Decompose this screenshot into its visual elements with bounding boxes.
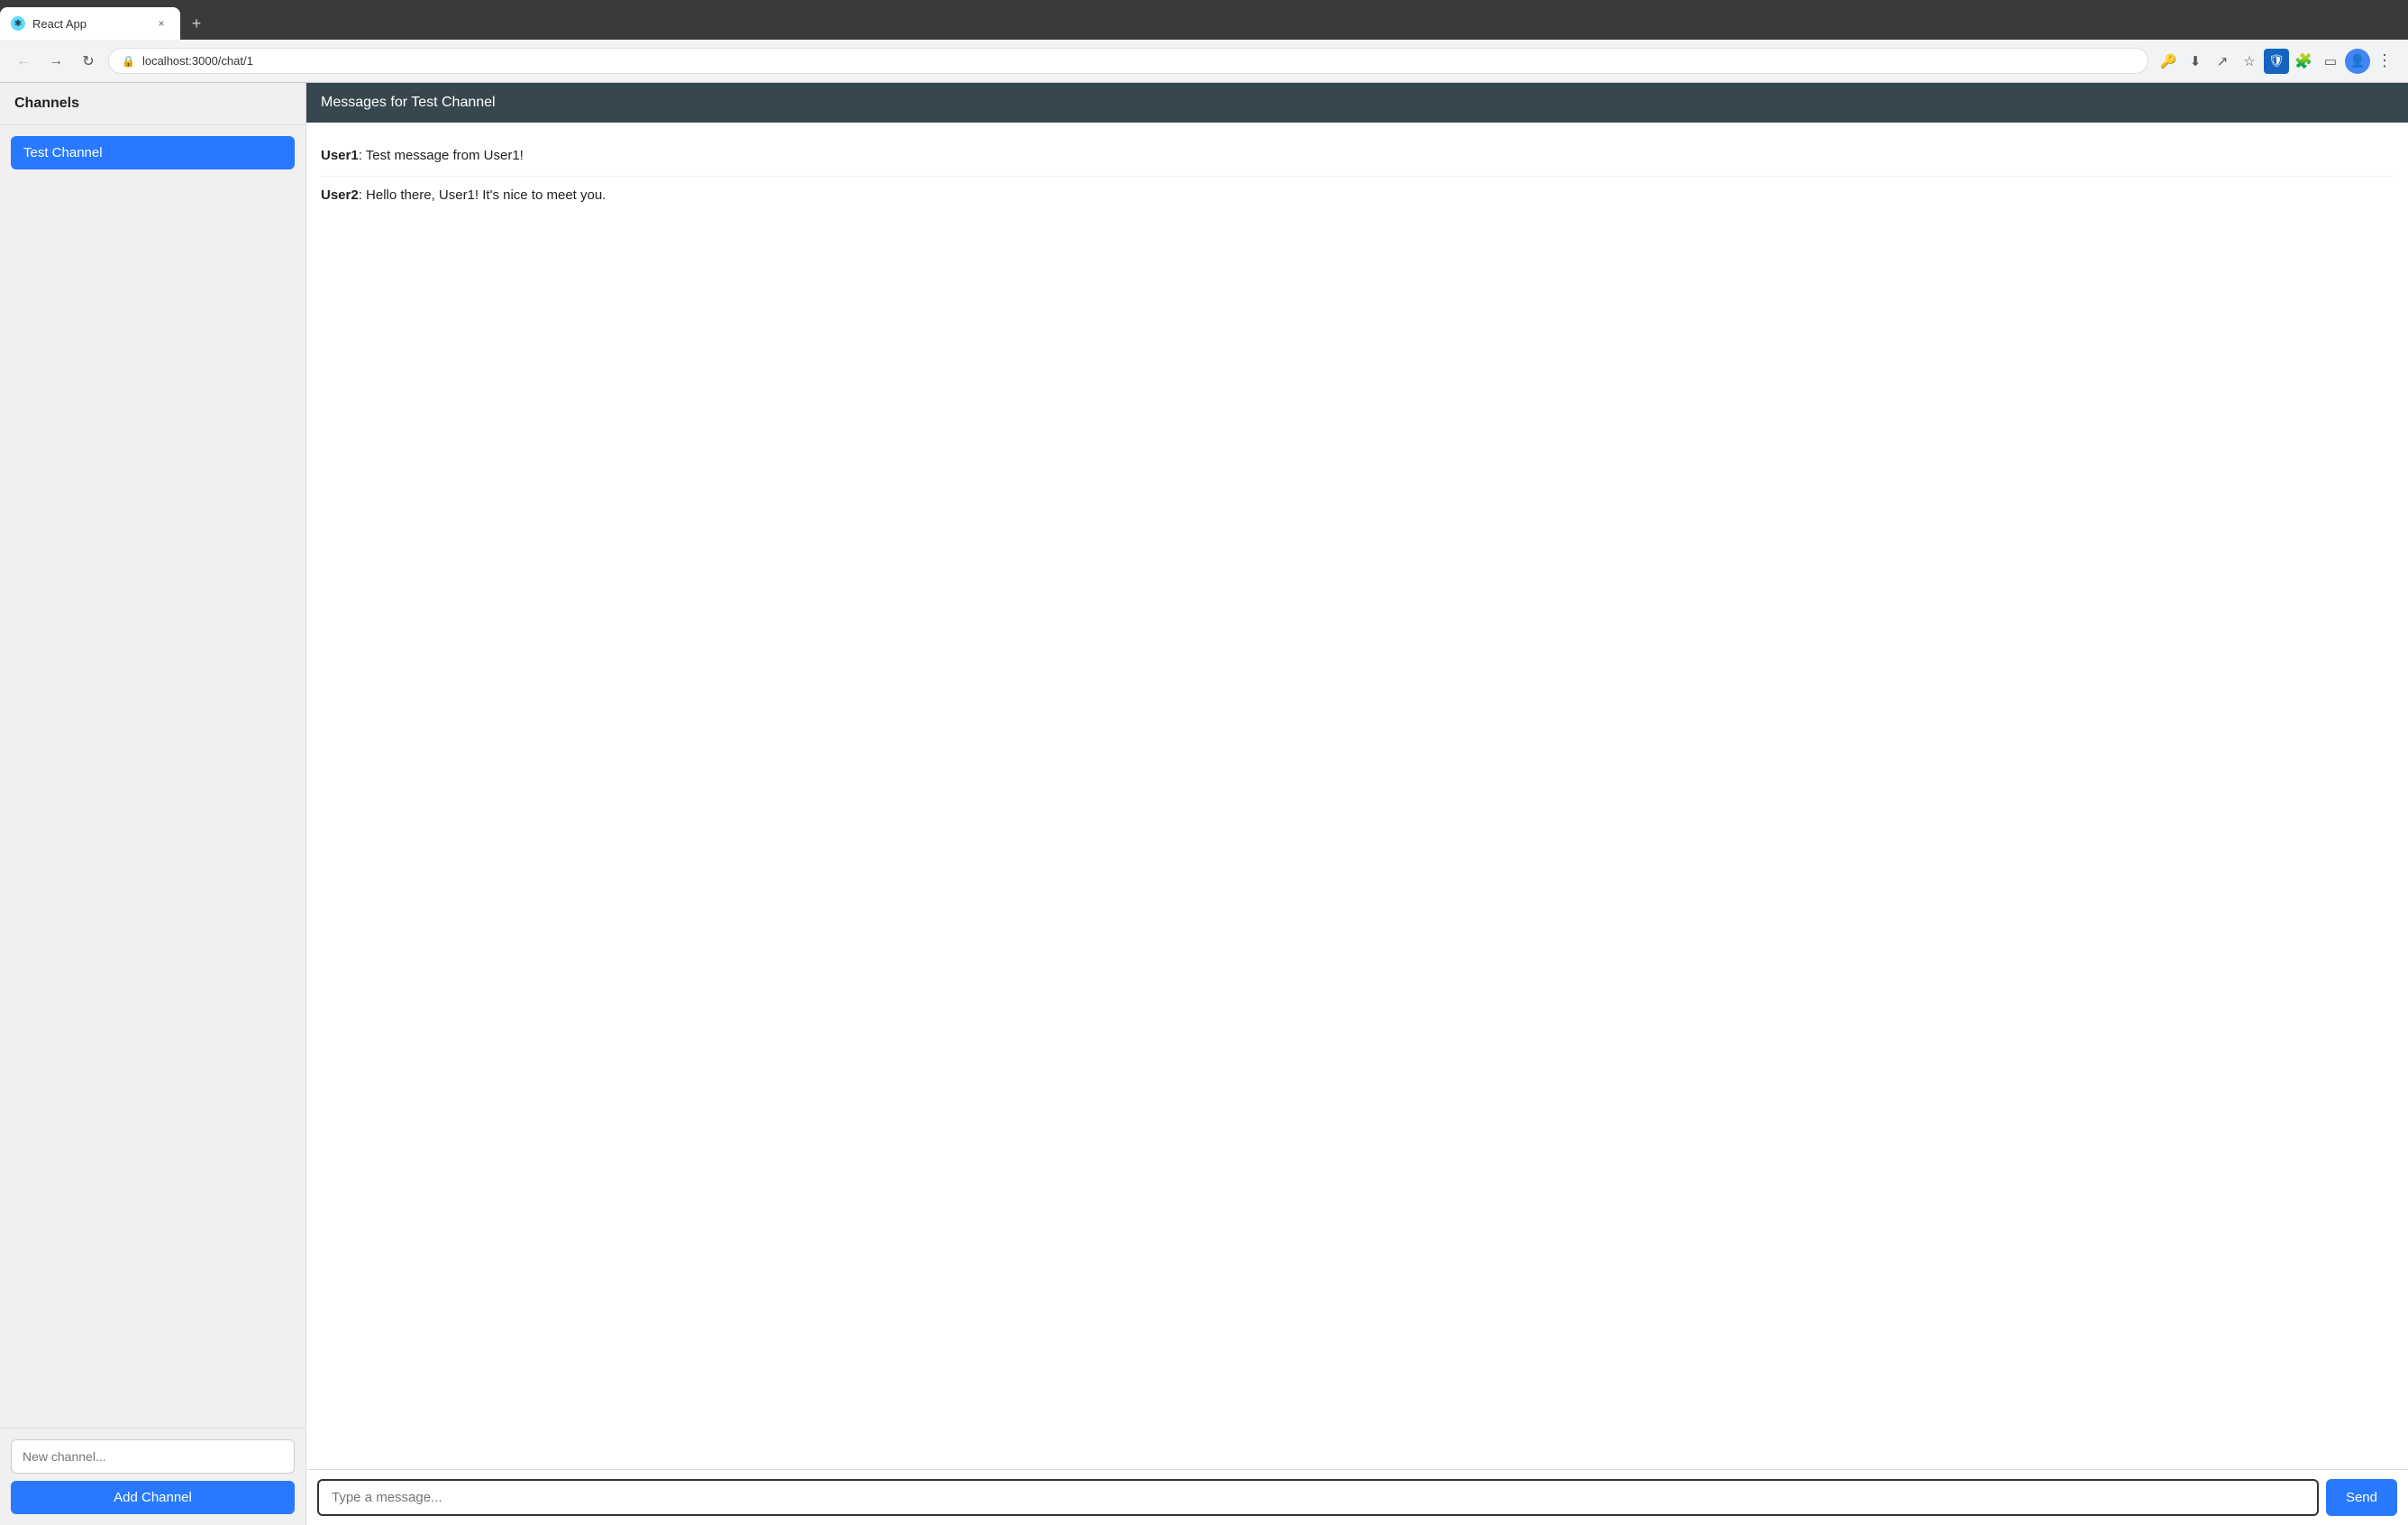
star-button[interactable]: ☆ [2237, 49, 2262, 74]
sidebar: Channels Test Channel Add Channel [0, 83, 306, 1525]
messages-area: Messages for Test Channel User1: Test me… [306, 83, 2408, 1525]
reload-button[interactable]: ↻ [76, 49, 101, 74]
message-compose: Send [306, 1469, 2408, 1525]
channel-item[interactable]: Test Channel [11, 136, 295, 169]
message-text-1: : Test message from User1! [359, 148, 524, 163]
browser-menu-button[interactable]: ⋮ [2372, 49, 2397, 74]
tab-title: React App [32, 17, 146, 31]
sidebar-footer: Add Channel [0, 1428, 306, 1525]
message-item: User1: Test message from User1! [321, 137, 2394, 177]
message-sender-2: User2 [321, 187, 359, 203]
browser-chrome: ⚛ React App × + ← → ↻ 🔒 localhost:3000/c… [0, 0, 2408, 83]
share-button[interactable]: ↗ [2210, 49, 2235, 74]
new-tab-button[interactable]: + [184, 11, 209, 36]
forward-button[interactable]: → [43, 49, 68, 74]
nav-bar: ← → ↻ 🔒 localhost:3000/chat/1 🔑 ⬇ ↗ ☆ 🛡 … [0, 40, 2408, 83]
send-button[interactable]: Send [2326, 1479, 2397, 1516]
sidebar-toggle-button[interactable]: ▭ [2318, 49, 2343, 74]
download-button[interactable]: ⬇ [2183, 49, 2208, 74]
app-container: Channels Test Channel Add Channel Messag… [0, 83, 2408, 1525]
main-layout: Channels Test Channel Add Channel Messag… [0, 83, 2408, 1525]
address-text: localhost:3000/chat/1 [142, 54, 2135, 68]
sidebar-header: Channels [0, 83, 306, 125]
tab-favicon: ⚛ [11, 16, 25, 31]
messages-list: User1: Test message from User1! User2: H… [306, 123, 2408, 1469]
back-button[interactable]: ← [11, 49, 36, 74]
puzzle-button[interactable]: 🧩 [2291, 49, 2316, 74]
key-button[interactable]: 🔑 [2156, 49, 2181, 74]
address-bar[interactable]: 🔒 localhost:3000/chat/1 [108, 48, 2148, 74]
message-sender-1: User1 [321, 148, 359, 163]
message-item: User2: Hello there, User1! It's nice to … [321, 177, 2394, 215]
shield-button[interactable]: 🛡 [2264, 49, 2289, 74]
lock-icon: 🔒 [122, 55, 135, 68]
new-channel-input[interactable] [11, 1439, 295, 1474]
messages-header: Messages for Test Channel [306, 83, 2408, 123]
tab-bar: ⚛ React App × + [0, 0, 2408, 40]
nav-actions: 🔑 ⬇ ↗ ☆ 🛡 🧩 ▭ 👤 ⋮ [2156, 49, 2397, 74]
profile-button[interactable]: 👤 [2345, 49, 2370, 74]
message-text-2: : Hello there, User1! It's nice to meet … [359, 187, 607, 203]
add-channel-button[interactable]: Add Channel [11, 1481, 295, 1514]
tab-close-button[interactable]: × [153, 15, 169, 32]
active-tab[interactable]: ⚛ React App × [0, 7, 180, 40]
message-input[interactable] [317, 1479, 2319, 1516]
channels-list: Test Channel [0, 125, 306, 1428]
